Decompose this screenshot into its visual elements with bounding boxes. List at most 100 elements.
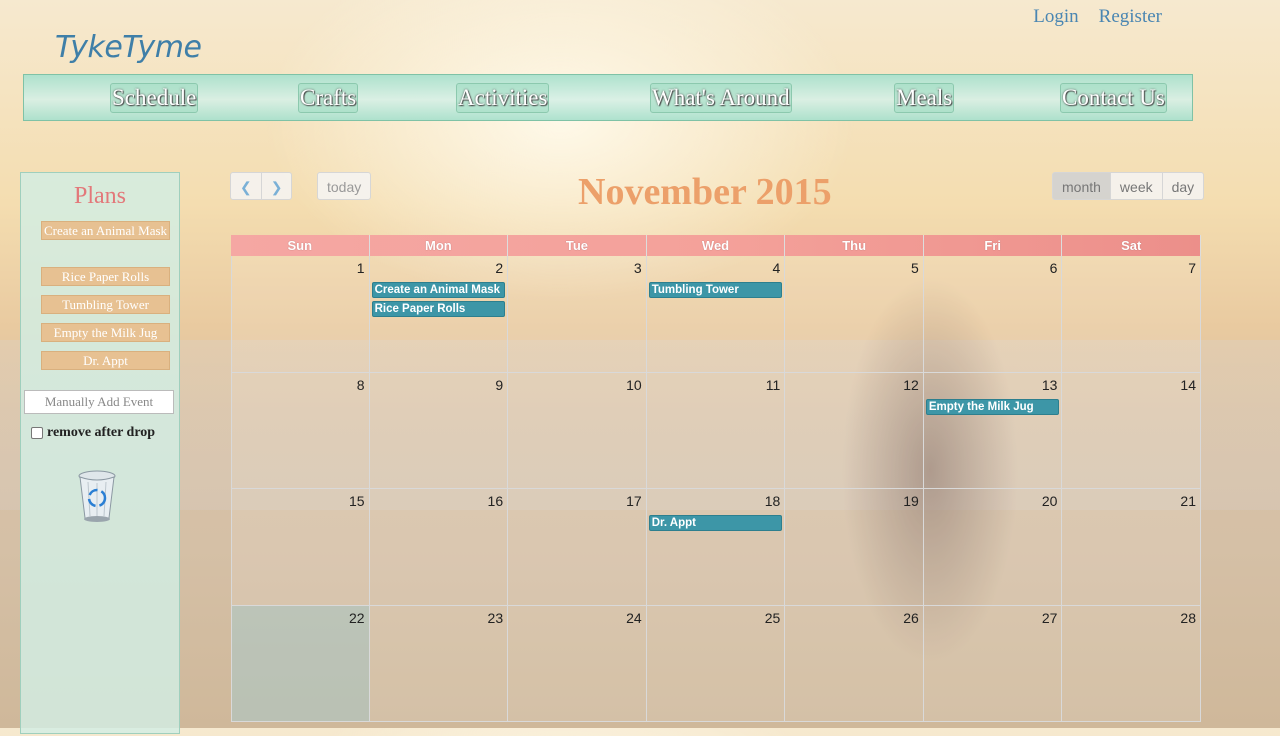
day-number: 13 <box>1041 376 1058 393</box>
day-number: 26 <box>903 609 919 626</box>
view-week-button[interactable]: week <box>1110 172 1163 200</box>
day-number: 16 <box>487 493 504 509</box>
day-number: 10 <box>626 376 642 393</box>
calendar-title: November 2015 <box>578 171 832 213</box>
day-cell[interactable]: 10 <box>508 372 647 489</box>
day-number: 6 <box>1049 260 1058 276</box>
chevron-right-icon[interactable]: ❯ <box>261 172 293 200</box>
nav-meals[interactable]: Meals <box>894 83 955 113</box>
day-number: 2 <box>495 260 504 276</box>
day-number: 24 <box>626 609 642 626</box>
day-cell[interactable]: 3 <box>508 256 647 373</box>
day-number: 22 <box>348 609 365 626</box>
day-cell[interactable]: 14 <box>1062 372 1201 489</box>
day-number: 27 <box>1041 609 1058 626</box>
day-cell[interactable]: 22 <box>231 605 370 722</box>
plan-item-dr-appt[interactable]: Dr. Appt <box>41 351 170 370</box>
day-number: 17 <box>626 493 642 509</box>
day-cell[interactable]: 27 <box>923 605 1063 722</box>
view-day-button[interactable]: day <box>1162 172 1205 200</box>
plan-item-animal-mask[interactable]: Create an Animal Mask <box>41 221 170 240</box>
day-cell[interactable]: 21 <box>1062 489 1201 606</box>
day-cell[interactable]: 7 <box>1062 256 1201 373</box>
day-number: 21 <box>1180 493 1196 509</box>
recycle-bin-icon[interactable] <box>76 468 118 529</box>
day-number: 9 <box>495 376 504 393</box>
day-number: 8 <box>356 376 365 393</box>
day-number: 1 <box>356 260 365 276</box>
day-cell[interactable]: 8 <box>231 372 370 489</box>
day-number: 23 <box>487 609 504 626</box>
day-number: 25 <box>764 609 781 626</box>
day-number: 3 <box>633 260 642 276</box>
calendar-event[interactable]: Create an Animal Mask <box>371 282 506 298</box>
day-number: 14 <box>1180 376 1196 393</box>
today-group: today <box>317 172 372 200</box>
calendar-grid: 1 2 3 4 5 6 7 8 9 10 11 12 13 14 15 16 17 18 19 20 21 22 23 24 2… <box>231 256 1201 736</box>
weekday-fri: Fri <box>924 235 1063 256</box>
day-cell[interactable]: 19 <box>785 489 924 606</box>
day-cell[interactable]: 24 <box>508 605 647 722</box>
day-number: 5 <box>911 260 919 276</box>
day-cell[interactable]: 15 <box>231 489 370 606</box>
day-cell[interactable]: 28 <box>1062 605 1201 722</box>
day-cell[interactable]: 11 <box>646 372 786 489</box>
calendar-event[interactable]: Empty the Milk Jug <box>925 398 1060 415</box>
weekday-mon: Mon <box>370 235 509 256</box>
nav-contact-us[interactable]: Contact Us <box>1060 83 1167 113</box>
prev-next-group: ❮ ❯ <box>230 172 293 200</box>
remove-after-drop-label: remove after drop <box>47 425 156 440</box>
nav-whats-around[interactable]: What's Around <box>650 83 792 113</box>
day-cell[interactable]: 17 <box>508 489 647 606</box>
auth-links: Login Register <box>1033 6 1162 28</box>
weekday-sat: Sat <box>1062 235 1202 256</box>
chevron-left-icon[interactable]: ❮ <box>230 172 262 200</box>
day-cell[interactable]: 26 <box>785 605 924 722</box>
day-cell[interactable]: 23 <box>369 605 509 722</box>
day-cell[interactable]: 12 <box>785 372 924 489</box>
plan-item-tumbling-tower[interactable]: Tumbling Tower <box>41 295 170 314</box>
day-cell[interactable]: 6 <box>923 256 1063 373</box>
plans-sidebar: Plans Create an Animal Mask Rice Paper R… <box>20 172 180 734</box>
nav-schedule[interactable]: Schedule <box>110 83 199 113</box>
remove-after-drop-row: remove after drop <box>31 425 155 441</box>
login-link[interactable]: Login <box>1033 6 1078 28</box>
main-nav: Schedule Crafts Activities What's Around… <box>23 74 1193 121</box>
remove-after-drop-checkbox[interactable] <box>31 427 43 439</box>
day-cell[interactable]: 4 <box>646 256 786 373</box>
view-month-button[interactable]: month <box>1052 172 1111 200</box>
nav-crafts[interactable]: Crafts <box>298 83 359 113</box>
plans-title: Plans <box>73 183 126 209</box>
nav-activities[interactable]: Activities <box>456 83 550 113</box>
day-cell[interactable]: 16 <box>369 489 509 606</box>
day-number: 18 <box>764 493 781 509</box>
manual-add-event-input[interactable]: Manually Add Event <box>24 390 174 414</box>
today-button[interactable]: today <box>317 172 372 200</box>
day-number: 12 <box>903 376 919 393</box>
day-number: 7 <box>1188 260 1196 276</box>
weekday-tue: Tue <box>508 235 647 256</box>
calendar-event[interactable]: Rice Paper Rolls <box>371 301 506 317</box>
plan-item-rice-paper-rolls[interactable]: Rice Paper Rolls <box>41 267 170 286</box>
day-cell[interactable]: 25 <box>646 605 786 722</box>
day-number: 20 <box>1041 493 1058 509</box>
day-number: 28 <box>1180 609 1196 626</box>
day-cell[interactable]: 9 <box>369 372 509 489</box>
weekday-header: Sun Mon Tue Wed Thu Fri Sat <box>231 235 1202 256</box>
day-cell[interactable]: 1 <box>231 256 370 373</box>
view-switcher: month week day <box>1052 172 1205 200</box>
calendar-event[interactable]: Dr. Appt <box>648 515 783 531</box>
weekday-wed: Wed <box>647 235 786 256</box>
site-logo[interactable]: TykeTyme <box>55 30 202 65</box>
day-number: 15 <box>348 493 365 509</box>
plan-item-empty-milk-jug[interactable]: Empty the Milk Jug <box>41 323 170 342</box>
day-number: 4 <box>772 260 781 276</box>
weekday-sun: Sun <box>231 235 370 256</box>
day-cell[interactable]: 5 <box>785 256 924 373</box>
day-cell[interactable]: 18 <box>646 489 786 606</box>
day-cell[interactable]: 20 <box>923 489 1063 606</box>
register-link[interactable]: Register <box>1099 6 1162 28</box>
weekday-thu: Thu <box>785 235 924 256</box>
calendar-event[interactable]: Tumbling Tower <box>648 282 783 298</box>
day-cell[interactable]: 13 <box>923 372 1063 489</box>
